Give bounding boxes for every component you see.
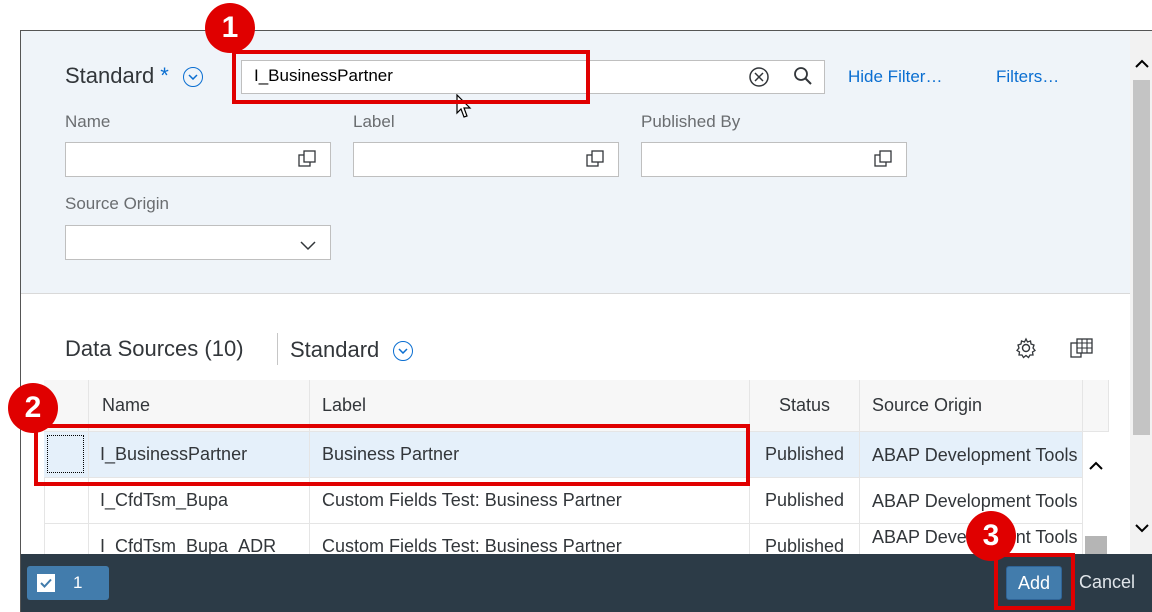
value-help-icon[interactable] bbox=[874, 150, 892, 167]
column-header-spacer bbox=[1083, 380, 1109, 432]
table-cell-label[interactable]: Custom Fields Test: Business Partner bbox=[310, 478, 750, 524]
column-header-label[interactable]: Label bbox=[310, 380, 750, 432]
clear-icon[interactable] bbox=[748, 66, 770, 93]
mouse-cursor-icon bbox=[456, 93, 474, 125]
chevron-down-icon[interactable] bbox=[182, 67, 203, 87]
filters-link[interactable]: Filters… bbox=[996, 67, 1059, 87]
chevron-down-icon[interactable] bbox=[393, 340, 414, 361]
name-filter-label: Name bbox=[65, 112, 111, 131]
chevron-down-icon[interactable] bbox=[1135, 520, 1149, 538]
value-help-icon[interactable] bbox=[586, 150, 604, 167]
export-table-icon[interactable] bbox=[1070, 337, 1094, 364]
variant-name: Standard bbox=[65, 63, 155, 88]
selected-items-button[interactable]: 1 bbox=[27, 566, 109, 600]
step-badge-2: 2 bbox=[8, 383, 58, 433]
cancel-button[interactable]: Cancel bbox=[1079, 572, 1135, 593]
gear-icon[interactable] bbox=[1015, 337, 1037, 364]
checkbox-icon bbox=[37, 574, 55, 592]
label-filter-input[interactable] bbox=[353, 142, 619, 177]
search-input[interactable]: I_BusinessPartner bbox=[254, 66, 393, 86]
row-selector[interactable] bbox=[44, 432, 89, 478]
table-cell-source-origin[interactable]: ABAP Development Tools bbox=[860, 478, 1083, 524]
table-cell-name[interactable]: I_BusinessPartner bbox=[89, 432, 310, 478]
step-badge-3: 3 bbox=[966, 511, 1016, 561]
column-header-name[interactable]: Name bbox=[89, 380, 310, 432]
chevron-up-icon[interactable] bbox=[1089, 458, 1103, 476]
chevron-down-icon[interactable] bbox=[300, 238, 316, 256]
search-icon[interactable] bbox=[793, 66, 813, 91]
add-button[interactable]: Add bbox=[1006, 566, 1062, 600]
source-origin-select[interactable] bbox=[65, 225, 331, 260]
table-variant-selector[interactable]: Standard bbox=[290, 337, 414, 363]
toolbar-divider bbox=[277, 333, 278, 365]
value-help-icon[interactable] bbox=[298, 150, 316, 167]
variant-selector[interactable]: Standard * bbox=[65, 63, 203, 89]
selected-count: 1 bbox=[73, 573, 83, 592]
column-header-status[interactable]: Status bbox=[750, 380, 860, 432]
published-by-filter-input[interactable] bbox=[641, 142, 907, 177]
table-cell-label[interactable]: Business Partner bbox=[310, 432, 750, 478]
column-header-source-origin[interactable]: Source Origin bbox=[860, 380, 1083, 432]
row-selector[interactable] bbox=[44, 478, 89, 524]
table-cell-name[interactable]: I_CfdTsm_Bupa bbox=[89, 478, 310, 524]
chevron-up-icon[interactable] bbox=[1135, 56, 1149, 74]
dialog-scroll-thumb[interactable] bbox=[1133, 80, 1150, 435]
focus-outline bbox=[47, 435, 84, 473]
name-filter-input[interactable] bbox=[65, 142, 331, 177]
table-cell-source-origin[interactable]: ABAP Development Tools bbox=[860, 432, 1083, 478]
table-cell-status[interactable]: Published bbox=[750, 432, 860, 478]
label-filter-label: Label bbox=[353, 112, 395, 131]
hide-filter-link[interactable]: Hide Filter… bbox=[848, 67, 942, 87]
source-origin-filter-label: Source Origin bbox=[65, 194, 169, 213]
dialog-footer bbox=[21, 554, 1152, 612]
variant-modified-marker: * bbox=[160, 63, 169, 88]
step-badge-1: 1 bbox=[205, 3, 255, 53]
table-scroll-thumb[interactable] bbox=[1085, 536, 1107, 554]
table-cell-status[interactable]: Published bbox=[750, 478, 860, 524]
table-variant-name: Standard bbox=[290, 337, 380, 362]
table-title: Data Sources (10) bbox=[65, 336, 244, 361]
published-by-filter-label: Published By bbox=[641, 112, 741, 131]
